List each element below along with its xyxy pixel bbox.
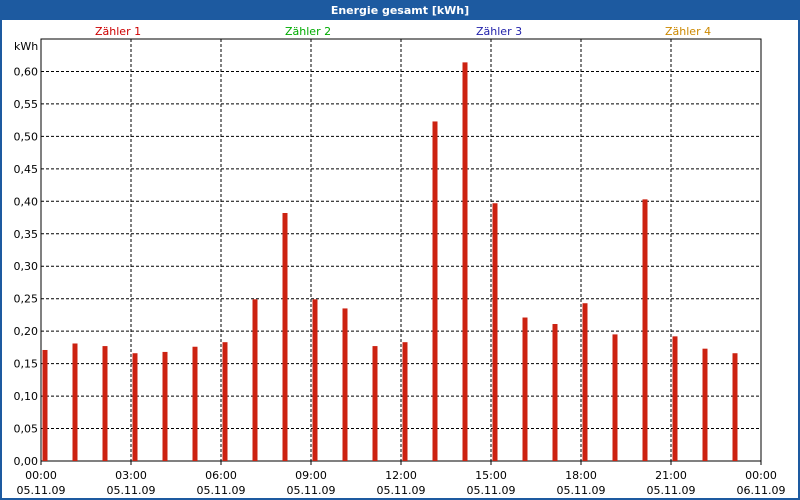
bar (432, 121, 438, 462)
y-tick-label: 0,40 (14, 195, 39, 208)
bar (312, 299, 318, 461)
x-tick-date: 05.11.09 (17, 484, 66, 497)
y-tick-label: 0,30 (14, 260, 39, 273)
bar (552, 324, 558, 461)
y-tick-label: 0,35 (14, 228, 39, 241)
x-tick-date: 05.11.09 (647, 484, 696, 497)
bar-chart: 0,00 0,05 0,10 0,15 0,20 0,25 0,30 0,35 0,40 0,45… (14, 38, 786, 497)
x-tick-date: 05.11.09 (197, 484, 246, 497)
x-tick-time: 09:00 (295, 469, 327, 482)
x-tick-date: 05.11.09 (107, 484, 156, 497)
x-tick-time: 12:00 (385, 469, 417, 482)
x-tick-time: 21:00 (655, 469, 687, 482)
bar (612, 334, 618, 461)
bar (162, 351, 168, 461)
bar (42, 349, 48, 461)
bar (342, 308, 348, 461)
bar (492, 203, 498, 462)
bar (252, 299, 258, 461)
bar (732, 353, 738, 461)
bar (372, 346, 378, 461)
bar (462, 62, 468, 461)
x-tick-date: 05.11.09 (287, 484, 336, 497)
y-tick-label: 0,50 (14, 130, 39, 143)
x-tick-date: 05.11.09 (377, 484, 426, 497)
y-tick-label: 0,45 (14, 163, 39, 176)
x-tick-time: 18:00 (565, 469, 597, 482)
bar (72, 343, 78, 461)
bar (132, 353, 138, 461)
x-tick-time: 00:00 (745, 469, 777, 482)
x-tick-time: 06:00 (205, 469, 237, 482)
y-tick-label: 0,20 (14, 325, 39, 338)
bar (222, 342, 228, 461)
bar (582, 303, 588, 461)
y-tick-label: 0,00 (14, 455, 39, 468)
x-tick-date: 06.11.09 (737, 484, 786, 497)
bar (402, 342, 408, 461)
bar (192, 346, 198, 461)
y-tick-label: 0,60 (14, 65, 39, 78)
bar (102, 346, 108, 461)
x-tick-date: 05.11.09 (467, 484, 516, 497)
bar (702, 348, 708, 461)
x-tick-time: 15:00 (475, 469, 507, 482)
bar (282, 212, 288, 461)
x-tick-date: 05.11.09 (557, 484, 606, 497)
x-tick-time: 03:00 (115, 469, 147, 482)
bar (642, 199, 648, 462)
y-tick-label: 0,55 (14, 98, 39, 111)
y-tick-label: 0,05 (14, 423, 39, 436)
y-tick-label: 0,15 (14, 358, 39, 371)
bar (672, 336, 678, 461)
y-tick-label: 0,10 (14, 390, 39, 403)
bar (522, 317, 528, 461)
y-tick-label: 0,25 (14, 293, 39, 306)
x-tick-time: 00:00 (25, 469, 57, 482)
